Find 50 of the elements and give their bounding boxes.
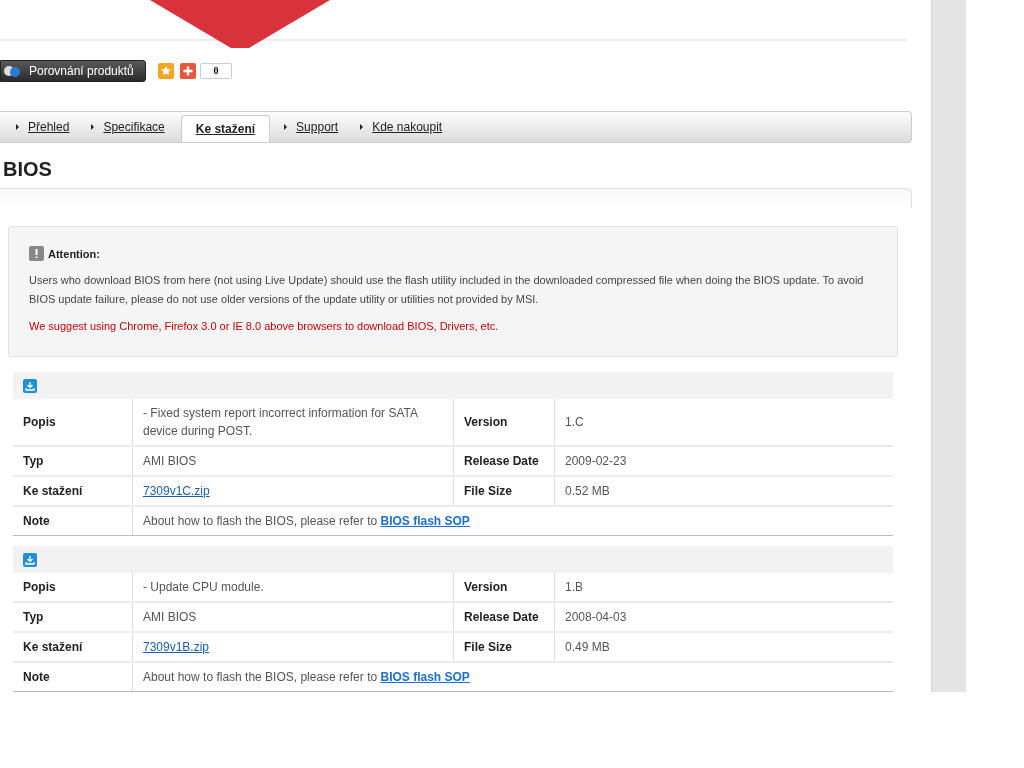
field-label: Typ xyxy=(13,447,133,475)
table-cell-text: 2008-04-03 xyxy=(564,609,628,626)
attention-text: Users who download BIOS from here (not using Live Update) should use the flash utility included in the downloaded compressed file when doing the BIOS update. To avoid BIOS update failure, please do not use older versions of the update utility or utilities not provided by MSI. xyxy=(29,273,865,307)
table-cell-text: 1.C xyxy=(564,414,585,431)
arrow-icon xyxy=(284,123,288,130)
note-text: About how to flash the BIOS, please refer to BIOS flash SOP xyxy=(143,513,470,530)
field-label: Version xyxy=(454,399,555,445)
table-cell-text: 0.52 MB xyxy=(564,483,611,500)
field-label: Note xyxy=(13,507,133,535)
tab[interactable]: Kde nakoupit xyxy=(354,111,459,142)
table-cell-text: 0.49 MB xyxy=(564,639,611,656)
sop-link[interactable]: BIOS flash SOP xyxy=(380,514,470,528)
arrow-icon xyxy=(360,123,364,130)
tab[interactable]: Specifikace xyxy=(85,111,181,142)
download-icon[interactable] xyxy=(23,552,37,567)
tab[interactable]: Přehled xyxy=(10,111,86,142)
arrow-icon xyxy=(91,123,95,130)
page-heading: BIOS xyxy=(3,157,53,181)
plus-icon[interactable] xyxy=(180,62,196,79)
field-label: Release Date xyxy=(454,603,555,631)
share-count: 0 xyxy=(200,62,232,79)
field-label: File Size xyxy=(454,477,555,505)
download-icon[interactable] xyxy=(23,378,37,393)
browser-warning: We suggest using Chrome, Firefox 3.0 or IE 8.0 above browsers to download BIOS, Drivers, etc. xyxy=(29,319,500,334)
table-cell: AMI BIOS xyxy=(133,603,454,631)
field-label: Ke stažení xyxy=(13,633,133,661)
note-text: About how to flash the BIOS, please refer to BIOS flash SOP xyxy=(143,669,470,686)
exclamation-icon xyxy=(29,246,44,261)
arrow-icon xyxy=(16,123,19,130)
tab[interactable]: Ke stažení xyxy=(180,114,271,142)
attention-title: Attention: xyxy=(48,247,100,260)
field-label: Version xyxy=(454,573,555,601)
table-cell: AMI BIOS xyxy=(133,447,454,475)
compare-button[interactable]: Porovnání produktů xyxy=(0,59,146,82)
file-link[interactable]: 7309v1C.zip xyxy=(143,482,210,500)
field-label: Release Date xyxy=(454,447,555,475)
table-cell: - Fixed system report incorrect information for SATA device during POST. xyxy=(133,399,454,445)
field-label: Popis xyxy=(13,399,133,445)
table-cell: - Update CPU module. xyxy=(133,573,454,601)
field-label: Popis xyxy=(13,573,133,601)
bubbles-icon xyxy=(3,64,21,77)
file-link[interactable]: 7309v1B.zip xyxy=(143,638,210,656)
tab[interactable]: Support xyxy=(278,111,355,142)
field-label: Typ xyxy=(13,603,133,631)
sop-link[interactable]: BIOS flash SOP xyxy=(380,670,470,684)
field-label: Note xyxy=(13,663,133,691)
field-label: Ke stažení xyxy=(13,477,133,505)
table-cell-text: 1.B xyxy=(564,579,584,596)
table-cell-text: 2009-02-23 xyxy=(564,453,628,470)
field-label: File Size xyxy=(454,633,555,661)
